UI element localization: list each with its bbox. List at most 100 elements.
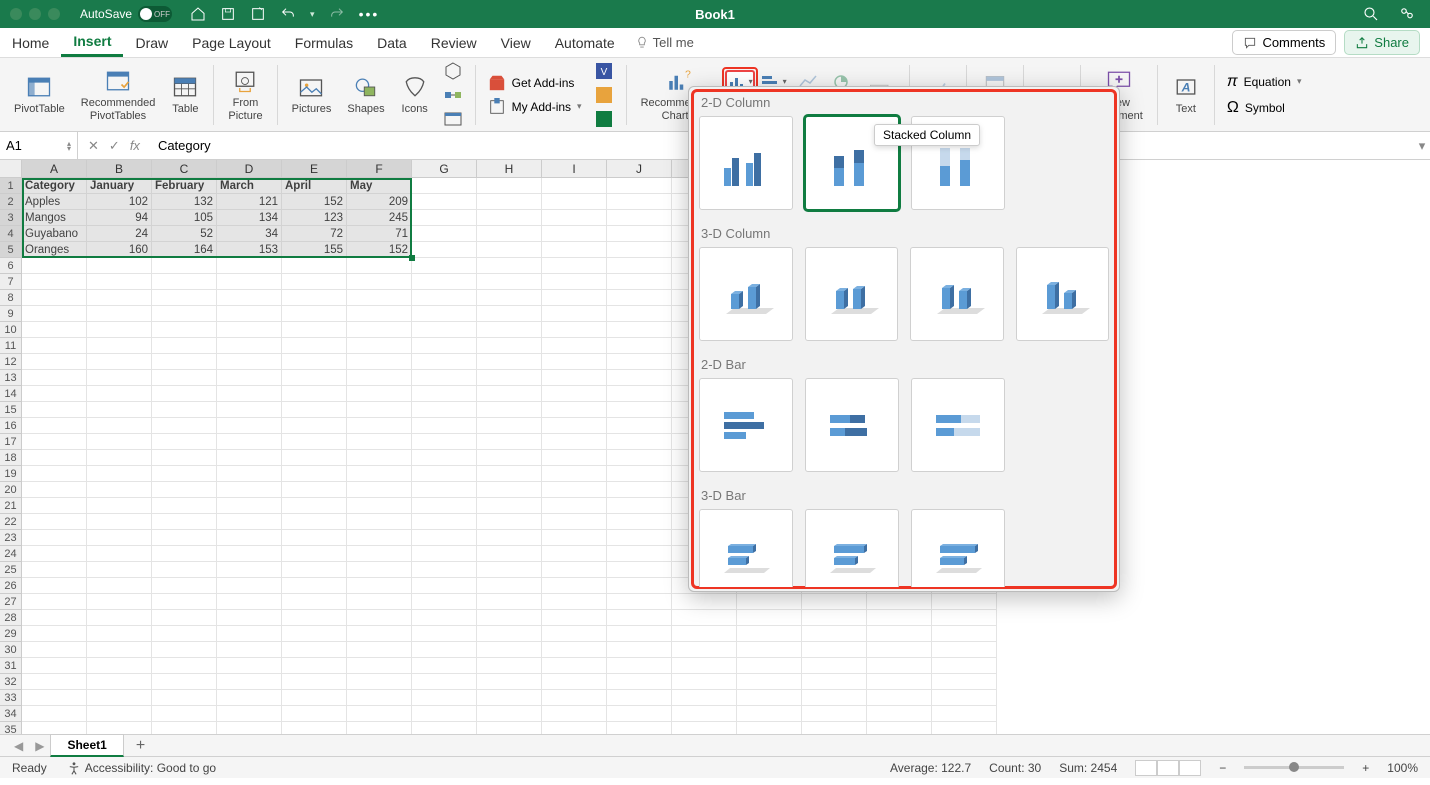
cell[interactable] (802, 674, 867, 690)
cell[interactable] (152, 370, 217, 386)
cell[interactable] (412, 642, 477, 658)
cell[interactable] (607, 226, 672, 242)
cell[interactable] (412, 450, 477, 466)
smartart-icon[interactable] (443, 85, 463, 105)
pivottable-button[interactable]: PivotTable (8, 58, 71, 131)
row-header-12[interactable]: 12 (0, 354, 22, 370)
cell[interactable] (542, 722, 607, 734)
cell[interactable] (22, 370, 87, 386)
cell[interactable] (477, 450, 542, 466)
cell[interactable] (87, 498, 152, 514)
undo-icon[interactable] (280, 6, 296, 22)
cell[interactable] (477, 194, 542, 210)
cell[interactable] (347, 434, 412, 450)
cell[interactable] (347, 258, 412, 274)
cell[interactable] (152, 306, 217, 322)
cell[interactable] (542, 658, 607, 674)
cell[interactable] (737, 674, 802, 690)
cell[interactable]: 164 (152, 242, 217, 258)
cell[interactable] (412, 546, 477, 562)
cell[interactable] (22, 722, 87, 734)
more-icon[interactable]: ••• (359, 6, 380, 22)
cell[interactable] (477, 722, 542, 734)
cell[interactable] (412, 274, 477, 290)
cell[interactable] (22, 466, 87, 482)
cell[interactable]: Oranges (22, 242, 87, 258)
cell[interactable] (607, 562, 672, 578)
cell[interactable] (932, 722, 997, 734)
cell[interactable] (22, 626, 87, 642)
cell[interactable] (607, 354, 672, 370)
column-header-C[interactable]: C (152, 160, 217, 178)
cell[interactable] (87, 386, 152, 402)
cell[interactable] (217, 386, 282, 402)
cell[interactable] (412, 690, 477, 706)
cell[interactable] (87, 434, 152, 450)
row-header-23[interactable]: 23 (0, 530, 22, 546)
cell[interactable] (217, 402, 282, 418)
cell[interactable] (542, 338, 607, 354)
cell[interactable] (347, 450, 412, 466)
cell[interactable] (802, 610, 867, 626)
cell[interactable] (217, 306, 282, 322)
cell[interactable] (217, 434, 282, 450)
cell[interactable] (217, 450, 282, 466)
cell[interactable] (607, 306, 672, 322)
tab-automate[interactable]: Automate (543, 28, 627, 57)
row-header-33[interactable]: 33 (0, 690, 22, 706)
cell[interactable] (412, 498, 477, 514)
comments-button[interactable]: Comments (1232, 30, 1336, 55)
cell[interactable] (737, 706, 802, 722)
cell[interactable] (412, 338, 477, 354)
cell[interactable] (542, 642, 607, 658)
cell[interactable]: 24 (87, 226, 152, 242)
cell[interactable] (152, 434, 217, 450)
cell[interactable] (607, 466, 672, 482)
row-header-27[interactable]: 27 (0, 594, 22, 610)
cell[interactable] (542, 258, 607, 274)
cell[interactable] (477, 290, 542, 306)
cell[interactable] (152, 354, 217, 370)
cell[interactable] (477, 658, 542, 674)
cell[interactable] (477, 690, 542, 706)
cell[interactable]: 121 (217, 194, 282, 210)
cell[interactable] (867, 722, 932, 734)
cell[interactable] (22, 482, 87, 498)
cell[interactable] (282, 642, 347, 658)
cell[interactable] (282, 402, 347, 418)
cell[interactable] (22, 386, 87, 402)
row-header-5[interactable]: 5 (0, 242, 22, 258)
chart-option[interactable] (699, 509, 793, 587)
cell[interactable] (412, 418, 477, 434)
cell[interactable]: 155 (282, 242, 347, 258)
cell[interactable] (152, 322, 217, 338)
cell[interactable] (542, 290, 607, 306)
cell[interactable] (282, 418, 347, 434)
cell[interactable] (412, 674, 477, 690)
sheet-tab-sheet1[interactable]: Sheet1 (50, 734, 123, 757)
cell[interactable] (152, 706, 217, 722)
cell[interactable]: 52 (152, 226, 217, 242)
cell[interactable] (607, 498, 672, 514)
share-button[interactable]: Share (1344, 30, 1420, 55)
row-header-17[interactable]: 17 (0, 434, 22, 450)
cell[interactable] (282, 674, 347, 690)
cell[interactable] (412, 722, 477, 734)
cell[interactable] (217, 706, 282, 722)
cell[interactable] (542, 450, 607, 466)
cell[interactable] (22, 706, 87, 722)
bing-maps-addin-icon[interactable] (594, 85, 614, 105)
cell[interactable] (22, 402, 87, 418)
cell[interactable] (282, 498, 347, 514)
cell[interactable] (542, 322, 607, 338)
cell[interactable] (607, 194, 672, 210)
row-header-32[interactable]: 32 (0, 674, 22, 690)
cell[interactable] (477, 242, 542, 258)
cell[interactable] (22, 546, 87, 562)
cell[interactable] (542, 706, 607, 722)
row-header-31[interactable]: 31 (0, 658, 22, 674)
row-header-29[interactable]: 29 (0, 626, 22, 642)
cell[interactable] (607, 626, 672, 642)
chart-option[interactable] (699, 247, 793, 341)
tab-page-layout[interactable]: Page Layout (180, 28, 283, 57)
